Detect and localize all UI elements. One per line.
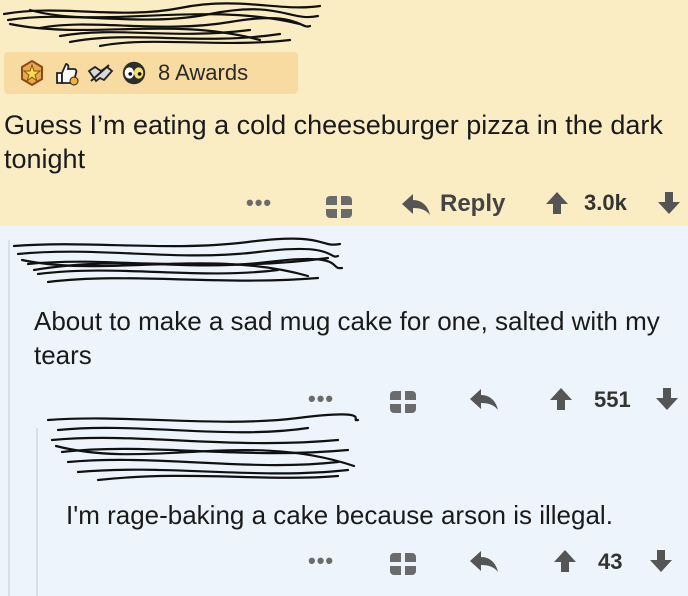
more-icon: ••• [308,386,335,411]
give-award-button[interactable] [324,190,354,220]
highlighted-comment: 8 Awards Guess I’m eating a cold cheeseb… [0,0,688,226]
score-value: 551 [594,387,631,413]
downvote-button[interactable] [656,190,682,216]
more-icon: ••• [308,548,335,573]
redacted-username-scribble [46,413,360,482]
score-label: 3.0k [584,190,627,215]
upvote-arrow-icon [554,550,576,572]
reply-icon [470,389,498,410]
upvote-arrow-icon [550,388,572,410]
gift-icon [390,391,416,413]
upvote-button[interactable] [552,548,578,574]
upvote-button[interactable] [544,190,570,216]
rocket-award-icon [18,59,46,87]
score-label: 551 [594,387,631,412]
redacted-username-scribble [2,2,322,48]
more-options-button[interactable]: ••• [308,386,334,412]
reply-icon [470,551,498,572]
awards-count: 8 Awards [158,60,249,85]
score-value: 43 [598,549,622,575]
downvote-button[interactable] [648,548,674,574]
score-label: 43 [598,549,623,574]
more-icon: ••• [246,190,273,215]
comment-body: About to make a sad mug cake for one, sa… [34,306,660,370]
reply-button[interactable] [468,386,500,412]
downvote-arrow-icon [658,192,680,214]
give-award-button[interactable] [388,547,418,577]
redacted-username-scribble [12,237,344,284]
reply-icon [402,194,430,215]
gift-icon [326,196,352,218]
downvote-button[interactable] [654,386,680,412]
upvote-arrow-icon [546,192,568,214]
upvote-button[interactable] [548,386,574,412]
reply-button[interactable] [468,548,500,574]
downvote-arrow-icon [656,388,678,410]
downvote-arrow-icon [650,550,672,572]
gift-icon [390,553,416,575]
more-options-button[interactable]: ••• [308,548,334,574]
comment-body: Guess I’m eating a cold cheeseburger piz… [4,110,663,174]
eyes-award-icon [120,59,148,87]
more-options-button[interactable]: ••• [246,190,272,216]
awards-bar[interactable]: 8 Awards [4,52,298,94]
give-award-button[interactable] [388,385,418,415]
reply-label: Reply [440,190,506,217]
reply-button[interactable]: Reply [400,190,505,218]
score-value: 3.0k [584,190,627,216]
comment-body: I'm rage-baking a cake because arson is … [66,500,613,530]
handshake-award-icon [86,59,114,87]
thumbs-up-award-icon [52,59,80,87]
thread-line[interactable] [8,240,10,596]
